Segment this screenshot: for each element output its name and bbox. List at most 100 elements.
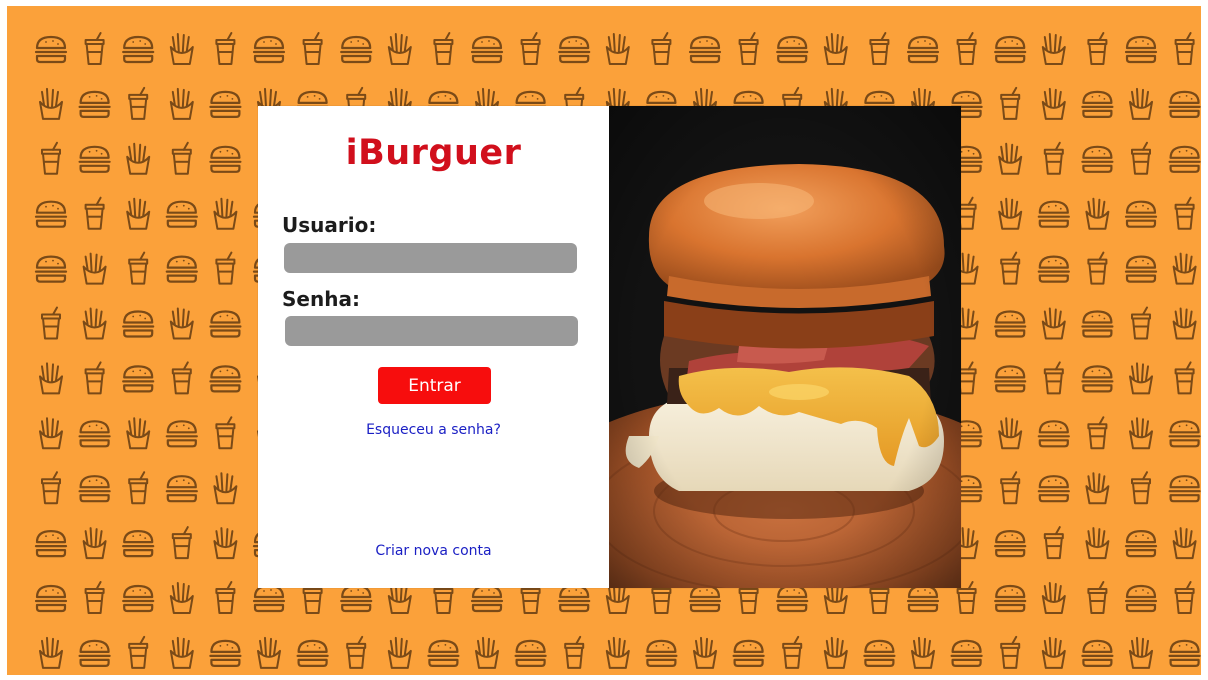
hamburger-icon	[34, 584, 68, 613]
fries-icon	[1041, 307, 1066, 340]
fries-icon	[1041, 87, 1066, 120]
soda-cup-icon	[215, 32, 236, 65]
fries-icon	[82, 252, 107, 285]
password-label: Senha:	[282, 287, 360, 311]
fries-icon	[169, 636, 194, 669]
fries-icon	[169, 87, 194, 120]
hamburger-icon	[776, 584, 809, 613]
fries-icon	[1085, 197, 1110, 230]
fries-icon	[169, 33, 194, 65]
hamburger-icon	[906, 35, 940, 64]
hamburger-icon	[994, 529, 1027, 558]
hamburger-icon	[122, 584, 155, 613]
fries-icon	[605, 33, 630, 65]
hamburger-icon	[1081, 310, 1114, 338]
hamburger-icon	[78, 639, 111, 668]
hamburger-icon	[994, 35, 1027, 64]
hamburger-icon	[209, 145, 242, 173]
fries-icon	[1129, 87, 1153, 120]
hamburger-icon	[1168, 145, 1201, 173]
hamburger-icon	[1124, 200, 1158, 228]
hamburger-icon	[122, 529, 155, 558]
fries-icon	[82, 307, 107, 340]
hamburger-icon	[78, 145, 111, 173]
soda-cup-icon	[564, 635, 585, 669]
soda-cup-icon	[84, 32, 105, 65]
hamburger-icon	[209, 310, 242, 338]
hamburger-icon	[645, 639, 678, 668]
hamburger-icon	[470, 35, 504, 64]
fries-icon	[1129, 362, 1153, 395]
soda-cup-icon	[41, 471, 61, 505]
soda-cup-icon	[84, 581, 105, 614]
soda-cup-icon	[41, 306, 61, 340]
soda-cup-icon	[1000, 635, 1021, 669]
login-card: iBurguer Usuario: Senha: Entrar Esqueceu…	[258, 106, 961, 588]
hamburger-icon	[1037, 200, 1070, 228]
hamburger-icon	[1168, 639, 1201, 668]
soda-cup-icon	[520, 32, 541, 65]
create-account-link[interactable]: Criar nova conta	[258, 543, 609, 559]
fries-icon	[823, 636, 848, 669]
fries-icon	[126, 142, 151, 175]
hamburger-icon	[688, 35, 722, 64]
hamburger-icon	[732, 639, 765, 668]
fries-icon	[1172, 307, 1197, 340]
hamburger-icon	[78, 420, 111, 448]
soda-cup-icon	[1087, 581, 1108, 614]
soda-cup-icon	[1087, 32, 1108, 65]
hamburger-icon	[688, 584, 722, 613]
fries-icon	[1129, 636, 1153, 669]
fries-icon	[387, 33, 412, 65]
fries-icon	[213, 527, 238, 560]
hamburger-icon	[165, 255, 198, 283]
forgot-password-link[interactable]: Esqueceu a senha?	[258, 422, 609, 438]
hamburger-icon	[776, 35, 809, 64]
hamburger-icon	[1124, 35, 1158, 64]
hamburger-icon	[1081, 365, 1114, 393]
soda-cup-icon	[41, 141, 61, 175]
username-label: Usuario:	[282, 213, 377, 237]
fries-icon	[1041, 33, 1066, 65]
hamburger-icon	[340, 584, 373, 613]
hamburger-icon	[1124, 255, 1158, 283]
fries-icon	[1172, 527, 1197, 560]
fries-icon	[693, 636, 717, 669]
soda-cup-icon	[1043, 141, 1064, 175]
hamburger-icon	[296, 639, 329, 668]
fries-icon	[213, 197, 238, 230]
hamburger-icon	[1081, 639, 1114, 668]
hamburger-icon	[252, 35, 286, 64]
hamburger-icon	[994, 365, 1027, 393]
fries-icon	[39, 87, 63, 120]
fries-icon	[998, 142, 1023, 175]
password-input[interactable]	[285, 316, 578, 346]
fries-icon	[126, 417, 151, 450]
fries-icon	[1172, 252, 1197, 285]
hamburger-icon	[209, 365, 242, 393]
soda-cup-icon	[128, 635, 149, 669]
hamburger-icon	[122, 35, 155, 64]
fries-icon	[39, 417, 63, 450]
soda-cup-icon	[1131, 141, 1151, 175]
username-input[interactable]	[284, 243, 577, 273]
login-button[interactable]: Entrar	[378, 367, 491, 404]
fries-icon	[998, 417, 1023, 450]
fries-icon	[39, 362, 63, 395]
hamburger-icon	[994, 310, 1027, 338]
soda-cup-icon	[1131, 471, 1151, 505]
hamburger-icon	[165, 420, 198, 448]
hamburger-icon	[558, 35, 591, 64]
hamburger-icon	[34, 529, 68, 558]
login-panel: iBurguer Usuario: Senha: Entrar Esqueceu…	[258, 106, 609, 588]
soda-cup-icon	[651, 32, 672, 65]
fries-icon	[39, 636, 63, 669]
soda-cup-icon	[1043, 361, 1064, 395]
fries-icon	[605, 636, 630, 669]
hamburger-icon	[209, 639, 242, 668]
fries-icon	[126, 197, 151, 230]
hamburger-icon	[34, 200, 68, 228]
fries-icon	[82, 527, 107, 560]
app-logo: iBurguer	[345, 133, 522, 173]
hamburger-icon	[1081, 145, 1114, 173]
